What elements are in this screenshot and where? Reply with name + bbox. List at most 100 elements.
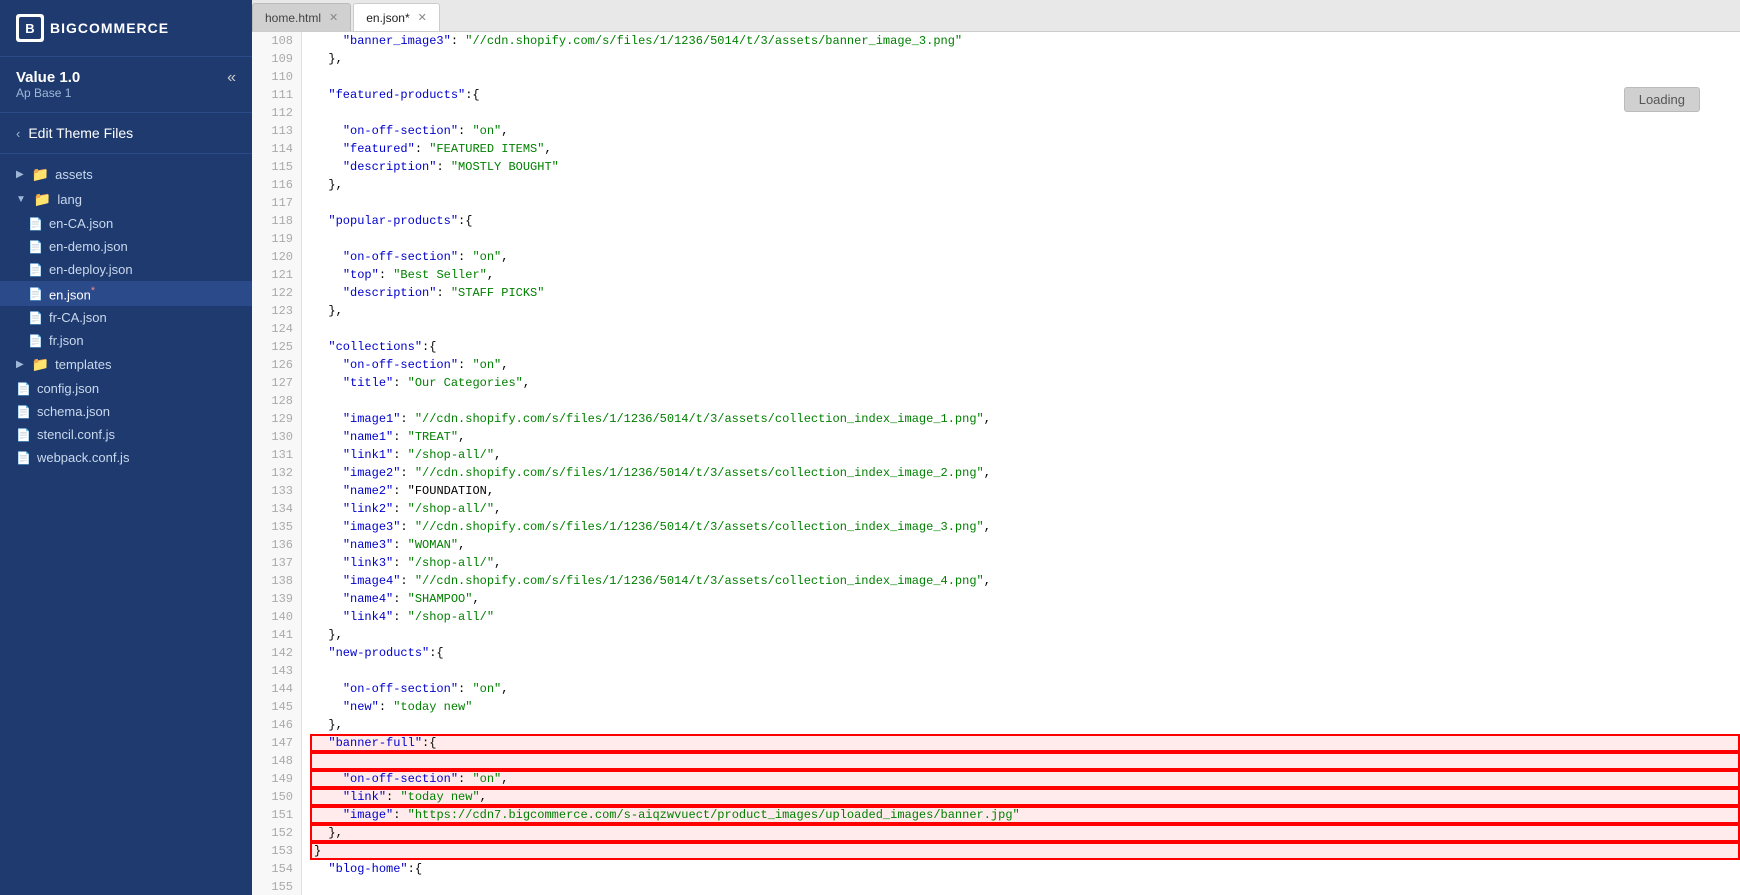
line-number: 121 <box>252 266 301 284</box>
folder-templates[interactable]: ▶ 📁 templates <box>0 352 252 377</box>
file-en-deploy-json[interactable]: 📄 en-deploy.json <box>0 258 252 281</box>
line-number: 153 <box>252 842 301 860</box>
chevron-down-icon: ▼ <box>16 194 26 205</box>
code-line: } <box>310 842 1740 860</box>
file-icon: 📄 <box>16 428 31 442</box>
tab-home-html[interactable]: home.html ✕ <box>252 3 351 31</box>
code-line: }, <box>310 626 1740 644</box>
file-icon: 📄 <box>28 240 43 254</box>
file-fr-json[interactable]: 📄 fr.json <box>0 329 252 352</box>
code-line: "image4": "//cdn.shopify.com/s/files/1/1… <box>310 572 1740 590</box>
line-number: 118 <box>252 212 301 230</box>
logo-icon: B <box>16 14 44 42</box>
line-number: 113 <box>252 122 301 140</box>
tab-en-json-label: en.json* <box>366 11 409 25</box>
folder-templates-label: templates <box>55 357 111 372</box>
loading-button[interactable]: Loading <box>1624 87 1700 112</box>
code-line <box>310 320 1740 338</box>
code-line <box>310 68 1740 86</box>
code-line <box>310 752 1740 770</box>
line-number: 151 <box>252 806 301 824</box>
file-en-demo-json[interactable]: 📄 en-demo.json <box>0 235 252 258</box>
line-number: 149 <box>252 770 301 788</box>
line-number: 125 <box>252 338 301 356</box>
line-number: 128 <box>252 392 301 410</box>
edit-theme-files-section[interactable]: ‹ Edit Theme Files <box>0 113 252 154</box>
code-line <box>310 878 1740 895</box>
line-number: 131 <box>252 446 301 464</box>
line-number: 124 <box>252 320 301 338</box>
line-number: 115 <box>252 158 301 176</box>
code-line <box>310 392 1740 410</box>
line-number: 144 <box>252 680 301 698</box>
code-line <box>310 194 1740 212</box>
line-number: 137 <box>252 554 301 572</box>
chevron-left-icon: ‹ <box>16 126 20 141</box>
folder-icon-templates: 📁 <box>32 356 49 373</box>
code-line: "image": "https://cdn7.bigcommerce.com/s… <box>310 806 1740 824</box>
file-en-json[interactable]: 📄 en.json* <box>0 281 252 306</box>
tab-en-json[interactable]: en.json* ✕ <box>353 3 440 31</box>
file-en-deploy-label: en-deploy.json <box>49 262 133 277</box>
code-line: "collections":{ <box>310 338 1740 356</box>
file-webpack-conf[interactable]: 📄 webpack.conf.js <box>0 446 252 469</box>
tab-home-html-close[interactable]: ✕ <box>329 11 338 24</box>
code-line: "on-off-section": "on", <box>310 770 1740 788</box>
file-en-demo-label: en-demo.json <box>49 239 128 254</box>
file-tree: ▶ 📁 assets ▼ 📁 lang 📄 en-CA.json 📄 en-de… <box>0 154 252 895</box>
code-line: "on-off-section": "on", <box>310 680 1740 698</box>
file-icon: 📄 <box>28 263 43 277</box>
code-content[interactable]: "banner_image3": "//cdn.shopify.com/s/fi… <box>302 32 1740 895</box>
code-line: "popular-products":{ <box>310 212 1740 230</box>
code-line <box>310 104 1740 122</box>
tab-en-json-close[interactable]: ✕ <box>418 11 427 24</box>
code-line: "new": "today new" <box>310 698 1740 716</box>
file-webpack-label: webpack.conf.js <box>37 450 130 465</box>
file-icon: 📄 <box>16 382 31 396</box>
folder-assets[interactable]: ▶ 📁 assets <box>0 162 252 187</box>
code-line: "top": "Best Seller", <box>310 266 1740 284</box>
line-number: 132 <box>252 464 301 482</box>
line-number: 109 <box>252 50 301 68</box>
collapse-button[interactable]: « <box>227 69 236 87</box>
code-line: "on-off-section": "on", <box>310 248 1740 266</box>
file-config-label: config.json <box>37 381 99 396</box>
code-line: "title": "Our Categories", <box>310 374 1740 392</box>
code-line: "on-off-section": "on", <box>310 122 1740 140</box>
chevron-right-icon-templates: ▶ <box>16 359 24 370</box>
line-number: 141 <box>252 626 301 644</box>
line-number: 146 <box>252 716 301 734</box>
file-fr-ca-json[interactable]: 📄 fr-CA.json <box>0 306 252 329</box>
line-number: 112 <box>252 104 301 122</box>
folder-icon: 📁 <box>32 166 49 183</box>
file-icon: 📄 <box>28 311 43 325</box>
line-number: 127 <box>252 374 301 392</box>
theme-subtitle: Ap Base 1 <box>16 86 80 100</box>
code-line: "banner_image3": "//cdn.shopify.com/s/fi… <box>310 32 1740 50</box>
file-icon: 📄 <box>28 217 43 231</box>
line-number: 130 <box>252 428 301 446</box>
code-line: }, <box>310 716 1740 734</box>
logo: B BIGCOMMERCE <box>16 14 169 42</box>
file-schema-json[interactable]: 📄 schema.json <box>0 400 252 423</box>
chevron-right-icon: ▶ <box>16 169 24 180</box>
code-line: "image3": "//cdn.shopify.com/s/files/1/1… <box>310 518 1740 536</box>
file-stencil-conf[interactable]: 📄 stencil.conf.js <box>0 423 252 446</box>
folder-assets-label: assets <box>55 167 93 182</box>
line-number: 138 <box>252 572 301 590</box>
file-en-ca-json[interactable]: 📄 en-CA.json <box>0 212 252 235</box>
code-line: "name1": "TREAT", <box>310 428 1740 446</box>
folder-lang[interactable]: ▼ 📁 lang <box>0 187 252 212</box>
file-config-json[interactable]: 📄 config.json <box>0 377 252 400</box>
file-icon: 📄 <box>16 405 31 419</box>
line-number: 111 <box>252 86 301 104</box>
line-number: 136 <box>252 536 301 554</box>
edit-theme-label: Edit Theme Files <box>28 125 133 141</box>
code-line: }, <box>310 50 1740 68</box>
line-number: 135 <box>252 518 301 536</box>
code-line: "banner-full":{ <box>310 734 1740 752</box>
line-number: 108 <box>252 32 301 50</box>
line-number: 123 <box>252 302 301 320</box>
line-number: 147 <box>252 734 301 752</box>
svg-text:B: B <box>25 21 34 36</box>
